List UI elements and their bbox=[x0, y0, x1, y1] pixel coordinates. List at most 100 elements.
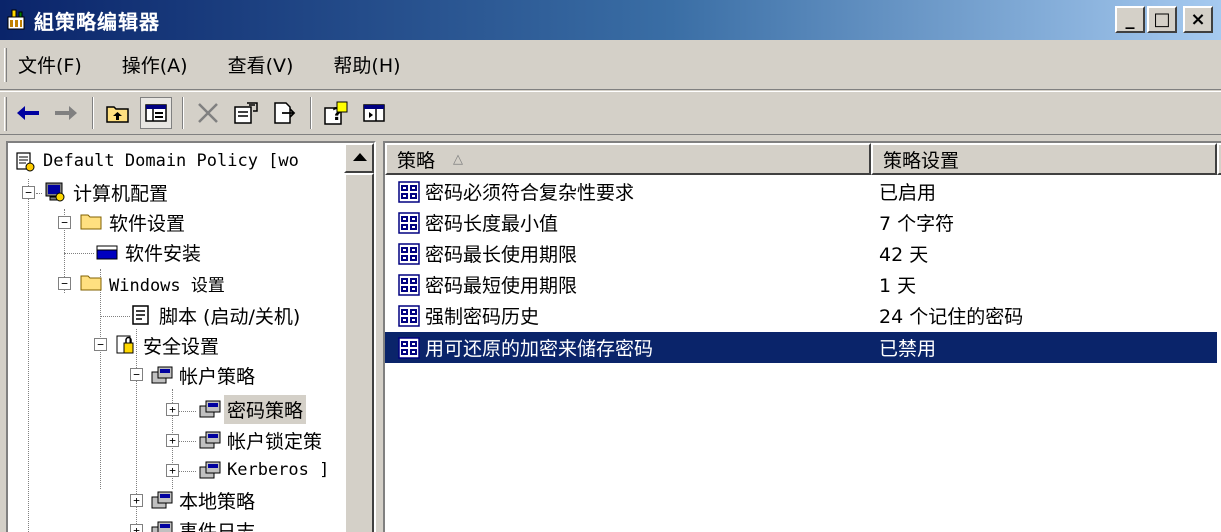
details-list[interactable]: 策略 △ 策略设置 密码必须符合复杂性要求 已启用 密码长度最小值 7 个字符 … bbox=[383, 141, 1221, 532]
expand-toggle[interactable]: + bbox=[130, 494, 143, 507]
collapse-toggle[interactable]: − bbox=[58, 216, 71, 229]
tree-item-event-log[interactable]: 事件日志 bbox=[150, 515, 258, 532]
menu-help[interactable]: 帮助(H) bbox=[327, 47, 406, 82]
list-item[interactable]: 密码最短使用期限 1 天 bbox=[385, 269, 1217, 300]
scroll-thumb[interactable] bbox=[344, 173, 374, 532]
menu-grip[interactable] bbox=[4, 48, 7, 82]
tree-item-security-settings[interactable]: 安全设置 bbox=[114, 330, 222, 360]
export-list-button[interactable] bbox=[268, 97, 300, 129]
menu-view[interactable]: 查看(V) bbox=[222, 47, 300, 82]
list-item[interactable]: 密码长度最小值 7 个字符 bbox=[385, 207, 1217, 238]
policy-name: 密码最短使用期限 bbox=[425, 275, 578, 297]
tree-connector bbox=[64, 253, 94, 254]
tree-item-software-install[interactable]: 软件安装 bbox=[96, 237, 204, 267]
collapse-toggle[interactable]: − bbox=[94, 338, 107, 351]
tree-item-label: 软件设置 bbox=[109, 212, 186, 235]
close-button[interactable]: × bbox=[1183, 6, 1213, 33]
tree-item-software-settings[interactable]: 软件设置 bbox=[80, 207, 188, 237]
policy-setting: 已启用 bbox=[879, 182, 937, 204]
toolbar-grip[interactable] bbox=[4, 97, 7, 131]
console-tree[interactable]: Default Domain Policy [wo − 计算机配置 − 软件设置… bbox=[6, 141, 376, 532]
tree-item-kerberos[interactable]: Kerberos ] bbox=[198, 455, 332, 485]
security-shield-icon bbox=[114, 334, 136, 356]
group-policy-editor-window: 組策略编辑器 _ □ × 文件(F) 操作(A) 查看(V) 帮助(H) ? D… bbox=[0, 0, 1221, 532]
column-header-filler bbox=[1217, 143, 1221, 175]
policy-setting: 已禁用 bbox=[879, 338, 937, 360]
tree-item-label: 帐户策略 bbox=[179, 365, 256, 388]
collapse-toggle[interactable]: − bbox=[22, 186, 35, 199]
policy-setting-icon bbox=[397, 211, 421, 235]
show-hide-tree-button[interactable] bbox=[140, 97, 172, 129]
scroll-up-button[interactable] bbox=[344, 143, 374, 173]
expand-toggle[interactable]: + bbox=[166, 403, 179, 416]
maximize-button[interactable]: □ bbox=[1147, 6, 1177, 33]
tree-connector bbox=[100, 269, 101, 489]
toolbar-separator bbox=[92, 97, 94, 129]
back-arrow-icon bbox=[17, 106, 39, 120]
toolbar-separator bbox=[182, 97, 184, 129]
close-icon: × bbox=[1190, 8, 1206, 30]
policy-folder-icon bbox=[150, 519, 173, 532]
policy-setting: 42 天 bbox=[879, 244, 929, 266]
tree-item-windows-settings[interactable]: Windows 设置 bbox=[80, 268, 228, 298]
folder-icon bbox=[80, 211, 102, 233]
column-header-setting[interactable]: 策略设置 bbox=[871, 143, 1217, 175]
tree-connector bbox=[36, 193, 42, 194]
policy-setting-icon bbox=[397, 304, 421, 328]
toolbar: ? bbox=[0, 91, 1221, 135]
tree-item-account-policies[interactable]: 帐户策略 bbox=[150, 360, 258, 390]
script-icon bbox=[130, 304, 152, 326]
tree-item-local-policies[interactable]: 本地策略 bbox=[150, 485, 258, 515]
tree-item-label: 计算机配置 bbox=[73, 182, 169, 205]
collapse-toggle[interactable]: − bbox=[58, 277, 71, 290]
tree-item-computer-config[interactable]: 计算机配置 bbox=[44, 177, 171, 207]
properties-button[interactable] bbox=[230, 97, 262, 129]
up-folder-icon bbox=[106, 106, 129, 123]
column-header-policy[interactable]: 策略 △ bbox=[385, 143, 871, 175]
forward-button[interactable] bbox=[50, 97, 82, 129]
tree-item-label: 本地策略 bbox=[179, 490, 256, 513]
title-bar[interactable]: 組策略编辑器 _ □ × bbox=[0, 0, 1221, 40]
toolbar-separator bbox=[310, 97, 312, 129]
policy-folder-icon bbox=[198, 459, 221, 481]
policy-name: 用可还原的加密来储存密码 bbox=[425, 338, 654, 360]
menu-bar: 文件(F) 操作(A) 查看(V) 帮助(H) bbox=[0, 40, 1221, 90]
policy-name: 强制密码历史 bbox=[425, 306, 540, 328]
delete-button[interactable] bbox=[192, 97, 224, 129]
policy-setting: 24 个记住的密码 bbox=[879, 306, 1024, 328]
policy-app-icon[interactable] bbox=[6, 9, 28, 31]
collapse-toggle[interactable]: − bbox=[130, 368, 143, 381]
scroll-policy-icon bbox=[14, 150, 36, 172]
column-header-label: 策略设置 bbox=[883, 149, 960, 172]
list-header: 策略 △ 策略设置 bbox=[385, 143, 1221, 175]
tree-vertical-scrollbar[interactable] bbox=[344, 143, 374, 532]
help-button[interactable]: ? bbox=[320, 97, 352, 129]
tree-item-default-domain-policy[interactable]: Default Domain Policy [wo bbox=[14, 146, 302, 176]
policy-folder-icon bbox=[150, 489, 173, 511]
list-item[interactable]: 强制密码历史 24 个记住的密码 bbox=[385, 300, 1217, 331]
minimize-button[interactable]: _ bbox=[1115, 6, 1145, 33]
tree-rows: Default Domain Policy [wo − 计算机配置 − 软件设置… bbox=[8, 143, 344, 532]
minimize-icon: _ bbox=[1125, 8, 1135, 30]
tree-item-scripts[interactable]: 脚本 (启动/关机) bbox=[130, 300, 303, 330]
panes: Default Domain Policy [wo − 计算机配置 − 软件设置… bbox=[0, 138, 1221, 532]
expand-toggle[interactable]: + bbox=[166, 464, 179, 477]
tree-connector bbox=[28, 179, 29, 532]
software-install-icon bbox=[96, 241, 118, 263]
expand-toggle[interactable]: + bbox=[130, 524, 143, 532]
show-hide-tree-icon bbox=[145, 104, 167, 122]
up-one-level-button[interactable] bbox=[102, 97, 134, 129]
maximize-icon: □ bbox=[1153, 8, 1171, 30]
menu-action[interactable]: 操作(A) bbox=[116, 47, 194, 82]
list-item[interactable]: 密码必须符合复杂性要求 已启用 bbox=[385, 176, 1217, 207]
back-button[interactable] bbox=[12, 97, 44, 129]
console-icon bbox=[363, 104, 385, 122]
expand-toggle[interactable]: + bbox=[166, 434, 179, 447]
tree-item-password-policy[interactable]: 密码策略 bbox=[198, 394, 307, 424]
list-item[interactable]: 密码最长使用期限 42 天 bbox=[385, 238, 1217, 269]
show-console-button[interactable] bbox=[358, 97, 390, 129]
tree-item-account-lockout[interactable]: 帐户锁定策 bbox=[198, 425, 325, 455]
tree-item-label: Default Domain Policy [wo bbox=[43, 151, 299, 171]
list-item-selected[interactable]: 用可还原的加密来储存密码 已禁用 bbox=[385, 332, 1217, 363]
menu-file[interactable]: 文件(F) bbox=[12, 47, 88, 82]
